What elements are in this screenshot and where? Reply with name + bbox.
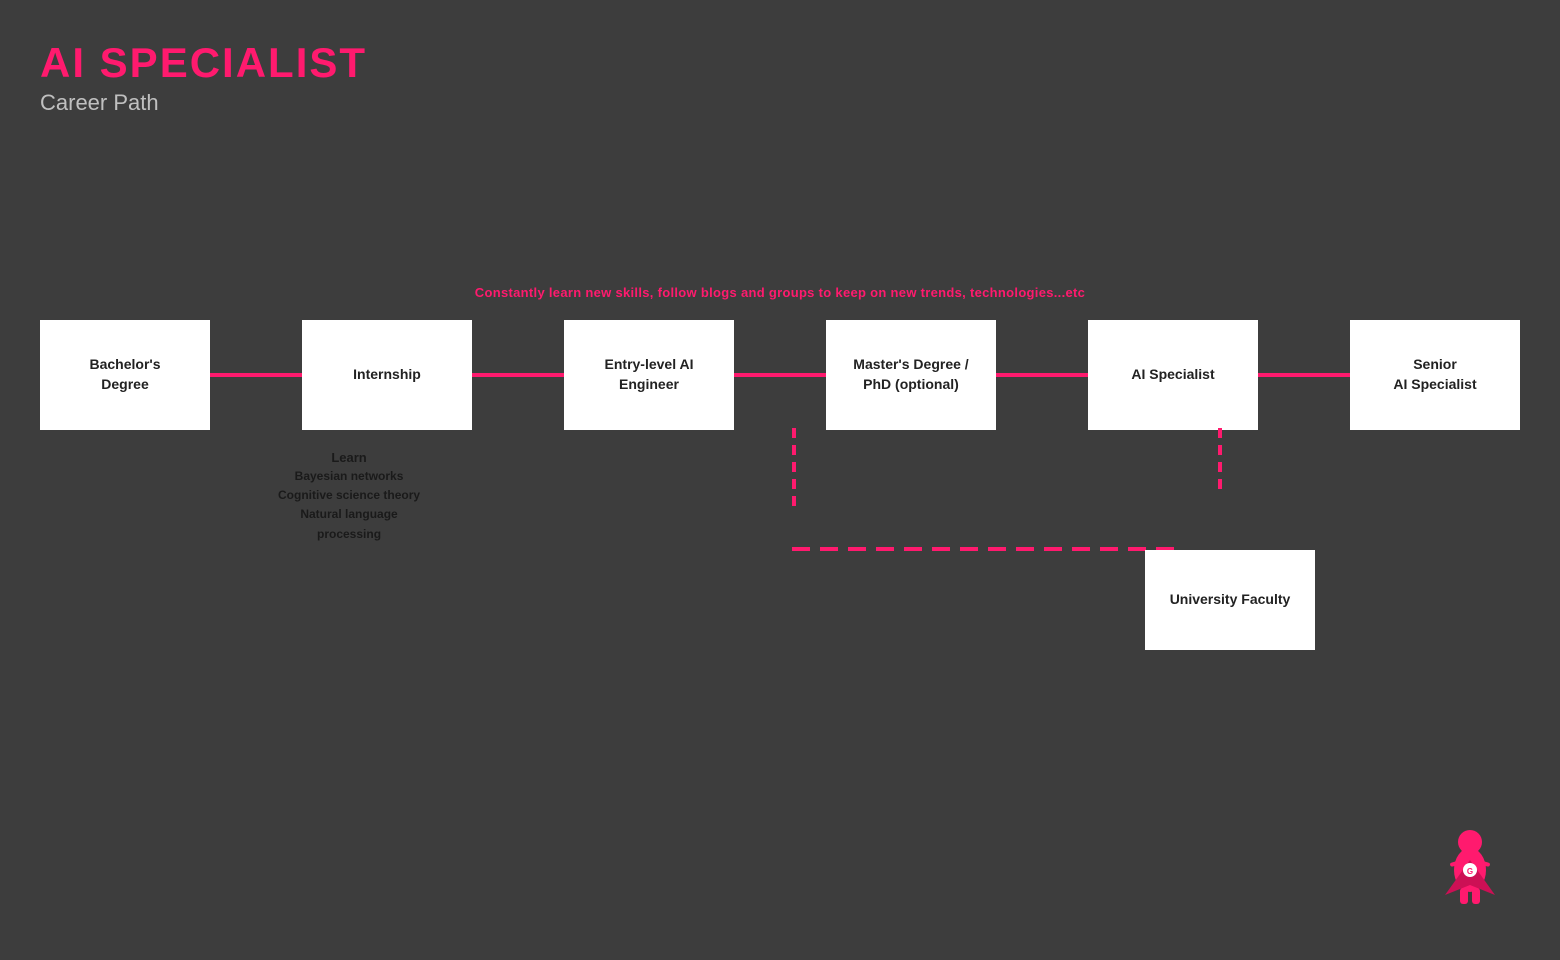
connector-5 [1258,373,1350,377]
skill-1: Bayesian networks [278,467,420,486]
career-diagram: Bachelor'sDegree Internship Entry-level … [30,320,1530,430]
svg-text:G: G [1467,867,1473,876]
senior-dash-v-1 [1218,428,1222,438]
senior-ai-box: SeniorAI Specialist [1350,320,1520,430]
dash-v-2 [792,445,796,455]
masters-label: Master's Degree /PhD (optional) [853,355,968,394]
university-faculty-label: University Faculty [1170,590,1291,610]
senior-dash-v-2 [1218,445,1222,455]
superhero-icon: G [1430,820,1510,910]
skill-2: Cognitive science theory [278,486,420,505]
header: AI SPECIALIST Career Path [40,40,367,116]
bachelors-label: Bachelor'sDegree [89,355,160,394]
internship-skills: Learn Bayesian networks Cognitive scienc… [278,450,420,544]
internship-box: Internship [302,320,472,430]
internship-label: Internship [353,365,421,385]
career-path-row: Bachelor'sDegree Internship Entry-level … [30,320,1530,430]
tagline: Constantly learn new skills, follow blog… [475,285,1085,300]
entry-level-label: Entry-level AIEngineer [605,355,694,394]
dash-v-4 [792,479,796,489]
connector-2 [472,373,564,377]
masters-box: Master's Degree /PhD (optional) [826,320,996,430]
dash-v-1 [792,428,796,438]
page-title: AI SPECIALIST [40,40,367,86]
connector-4 [996,373,1088,377]
bachelors-box: Bachelor'sDegree [40,320,210,430]
dashed-horizontal-line [792,547,1175,551]
university-faculty-box: University Faculty [1145,550,1315,650]
page-subtitle: Career Path [40,90,367,116]
senior-vertical-dashes [1218,428,1222,493]
senior-dash-v-4 [1218,479,1222,489]
ai-specialist-box: AI Specialist [1088,320,1258,430]
learn-title: Learn [278,450,420,465]
entry-level-box: Entry-level AIEngineer [564,320,734,430]
dash-v-3 [792,462,796,472]
masters-vertical-dashes [792,428,796,510]
connector-1 [210,373,302,377]
dash-v-5 [792,496,796,506]
senior-dash-v-3 [1218,462,1222,472]
connector-3 [734,373,826,377]
senior-ai-label: SeniorAI Specialist [1393,355,1476,394]
ai-specialist-label: AI Specialist [1131,365,1214,385]
skill-3: Natural languageprocessing [278,505,420,543]
